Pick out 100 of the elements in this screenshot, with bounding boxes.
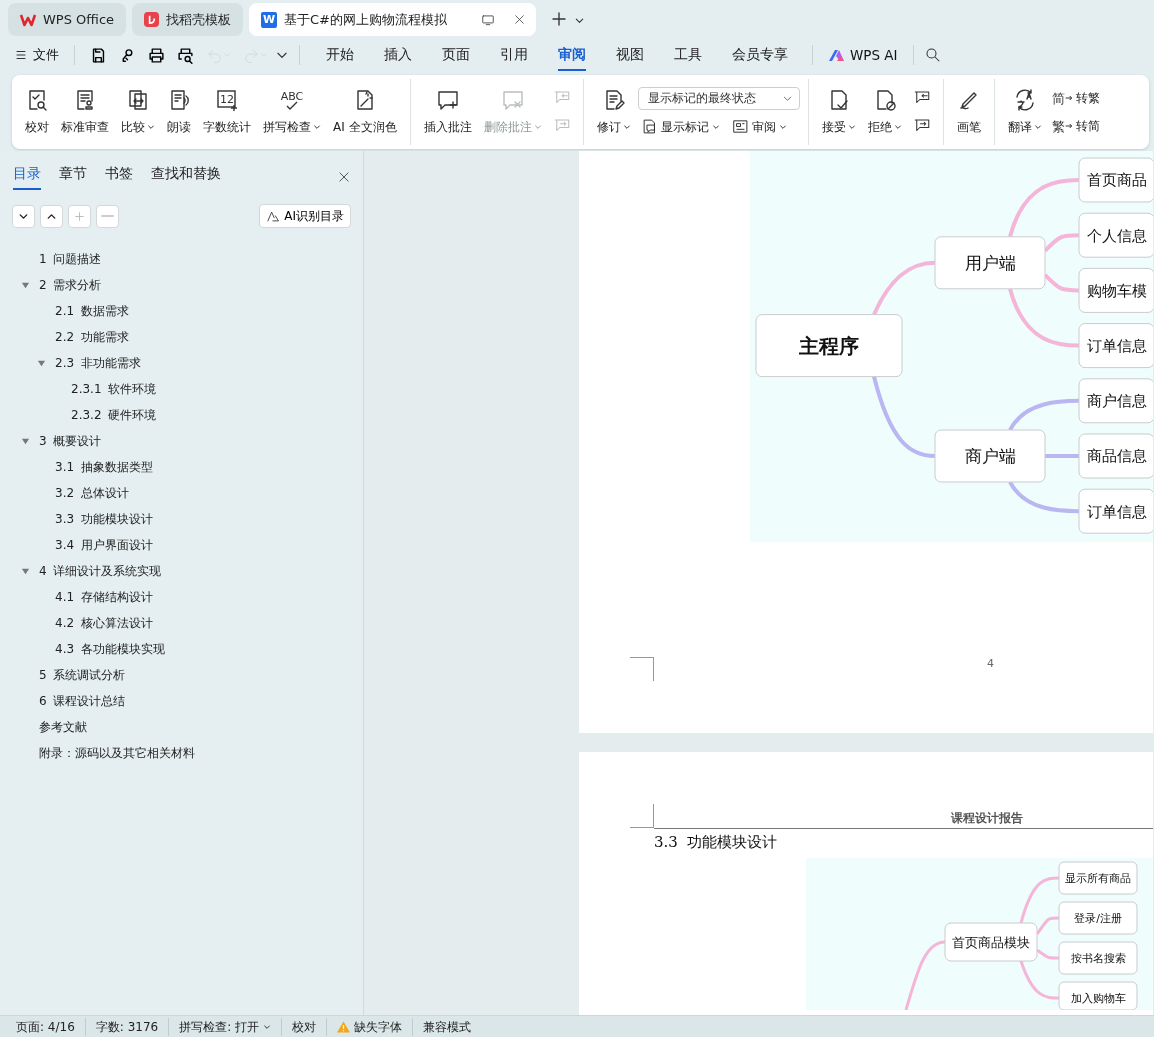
- mindmap-node: 商品信息: [1078, 433, 1153, 479]
- plus-icon: [73, 209, 86, 223]
- collapse-triangle-icon[interactable]: [20, 566, 30, 576]
- ribbon-button[interactable]: 显示标记: [637, 115, 723, 138]
- file-menu-button[interactable]: 文件: [10, 42, 64, 68]
- compare-icon: [126, 88, 150, 112]
- menu-tab[interactable]: 工具: [674, 38, 702, 72]
- minus-icon: [101, 215, 114, 217]
- mindmap-node: 商户信息: [1078, 378, 1153, 424]
- close-icon: [337, 169, 351, 184]
- menu-tab[interactable]: 插入: [384, 38, 412, 72]
- outline-item[interactable]: 4.3 各功能模块实现: [0, 636, 165, 662]
- ribbon-button[interactable]: 画笔: [951, 86, 986, 138]
- mindmap-node: 商户端: [934, 429, 1046, 483]
- document-tab[interactable]: 找稻壳模板: [132, 3, 244, 36]
- ribbon-button[interactable]: 审阅: [728, 115, 790, 138]
- outline-item[interactable]: 2.3.1 软件环境: [0, 376, 157, 402]
- mindmap-node: 首页商品模块: [944, 922, 1038, 961]
- outline-item[interactable]: 4.1 存储结构设计: [0, 584, 153, 610]
- mindmap-node: 按书名搜索: [1058, 941, 1138, 974]
- status-item[interactable]: 字数: 3176: [85, 1017, 170, 1036]
- outline-item[interactable]: 6 课程设计总结: [0, 688, 126, 714]
- menu-tab[interactable]: 视图: [616, 38, 644, 72]
- plus-icon[interactable]: [550, 10, 568, 28]
- ai-logo-icon: [828, 48, 845, 62]
- comment-x-icon: [500, 88, 525, 112]
- menu-tab[interactable]: 审阅: [558, 38, 586, 72]
- ribbon-button[interactable]: 校对: [20, 86, 54, 138]
- mindmap-node: 加入购物车: [1058, 981, 1138, 1010]
- document-tab[interactable]: W 基于C#的网上购物流程模拟: [249, 3, 536, 36]
- connector-line: [1008, 480, 1079, 514]
- status-item[interactable]: 校对: [282, 1017, 328, 1036]
- warning-icon: [337, 1020, 351, 1033]
- ai-outline-button[interactable]: AI识别目录: [259, 204, 351, 228]
- markup-dropdown[interactable]: 显示标记的最终状态: [637, 86, 800, 110]
- collapse-triangle-icon[interactable]: [36, 358, 46, 368]
- close-icon[interactable]: [513, 13, 526, 26]
- chevron-up-button[interactable]: [40, 204, 63, 228]
- status-item[interactable]: 兼容模式: [413, 1017, 482, 1036]
- menu-tab[interactable]: 页面: [442, 38, 470, 72]
- outline-item[interactable]: 1 问题描述: [0, 246, 102, 272]
- outline-item[interactable]: 3 概要设计: [0, 428, 102, 454]
- monitor-icon: [481, 12, 495, 27]
- collapse-triangle-icon[interactable]: [20, 280, 30, 290]
- outline-item[interactable]: 3.4 用户界面设计: [0, 532, 153, 558]
- panel-tab[interactable]: 目录: [13, 163, 41, 190]
- mindmap-node: 订单信息: [1078, 488, 1153, 534]
- outline-item[interactable]: 4.2 核心算法设计: [0, 610, 153, 636]
- outline-item[interactable]: 3.1 抽象数据类型: [0, 454, 153, 480]
- ribbon-button[interactable]: 修订: [591, 86, 636, 138]
- caret-icon: [263, 1022, 272, 1031]
- chevron-down-icon[interactable]: [574, 15, 585, 26]
- ribbon-button[interactable]: 朗读: [162, 86, 196, 138]
- menu-icon: [15, 49, 27, 61]
- menu-tab[interactable]: 会员专享: [732, 38, 788, 72]
- document-logo-icon: W: [261, 11, 278, 28]
- ribbon-button[interactable]: 接受: [816, 86, 861, 138]
- outline-item[interactable]: 2.3.2 硬件环境: [0, 402, 157, 428]
- outline-item[interactable]: 3.2 总体设计: [0, 480, 129, 506]
- wps-ai-button[interactable]: WPS AI: [823, 41, 903, 69]
- connector-line: [1045, 454, 1079, 458]
- outline-item[interactable]: 5 系统调试分析: [0, 662, 126, 688]
- panel-tab[interactable]: 查找和替换: [151, 163, 221, 190]
- ribbon-button[interactable]: 标准审查: [56, 86, 114, 138]
- ribbon-button[interactable]: 拒绝: [862, 86, 907, 138]
- outline-item[interactable]: 参考文献: [0, 714, 87, 740]
- menu-tab[interactable]: 引用: [500, 38, 528, 72]
- menu-tab[interactable]: 开始: [326, 38, 354, 72]
- panel-tab[interactable]: 章节: [59, 163, 87, 190]
- close-panel-button[interactable]: [337, 169, 351, 184]
- ribbon-button[interactable]: 12 字数统计: [198, 86, 256, 138]
- search-icon[interactable]: [923, 46, 942, 64]
- ribbon-button[interactable]: ABC 拼写检查: [258, 86, 326, 138]
- mindmap-node: 主程序: [755, 314, 903, 378]
- outline-item[interactable]: 2.3 非功能需求: [0, 350, 141, 376]
- ribbon-button[interactable]: 比较: [116, 86, 160, 138]
- outline-item[interactable]: 3.3 功能模块设计: [0, 506, 153, 532]
- outline-item[interactable]: 附录：源码以及其它相关材料: [0, 740, 195, 766]
- chevron-down-button[interactable]: [12, 204, 35, 228]
- review-pane-icon: [731, 118, 749, 135]
- document-tab[interactable]: WPS Office: [8, 3, 127, 36]
- page-number: 4: [987, 656, 994, 672]
- ribbon-button[interactable]: 插入批注: [418, 86, 477, 138]
- mindmap-node: 显示所有商品: [1058, 861, 1138, 894]
- outline-item[interactable]: 2.1 数据需求: [0, 298, 129, 324]
- outline-item[interactable]: 4 详细设计及系统实现: [0, 558, 162, 584]
- margin-corner-mark: [630, 657, 654, 681]
- ribbon-button[interactable]: AI 全文润色: [328, 86, 402, 138]
- status-item[interactable]: 缺失字体: [327, 1017, 414, 1036]
- leaf-logo-icon: [144, 12, 160, 27]
- ribbon-button[interactable]: 简 转繁: [1048, 87, 1103, 109]
- ribbon-button[interactable]: 翻译: [1002, 86, 1047, 138]
- status-item[interactable]: 页面: 4/16: [6, 1017, 86, 1036]
- status-item[interactable]: 拼写检查: 打开: [169, 1017, 283, 1036]
- panel-tab[interactable]: 书签: [105, 163, 133, 190]
- connector-line: [1008, 398, 1079, 432]
- outline-item[interactable]: 2.2 功能需求: [0, 324, 129, 350]
- outline-item[interactable]: 2 需求分析: [0, 272, 102, 298]
- collapse-triangle-icon[interactable]: [20, 436, 30, 446]
- ribbon-button[interactable]: 繁 转简: [1048, 115, 1103, 137]
